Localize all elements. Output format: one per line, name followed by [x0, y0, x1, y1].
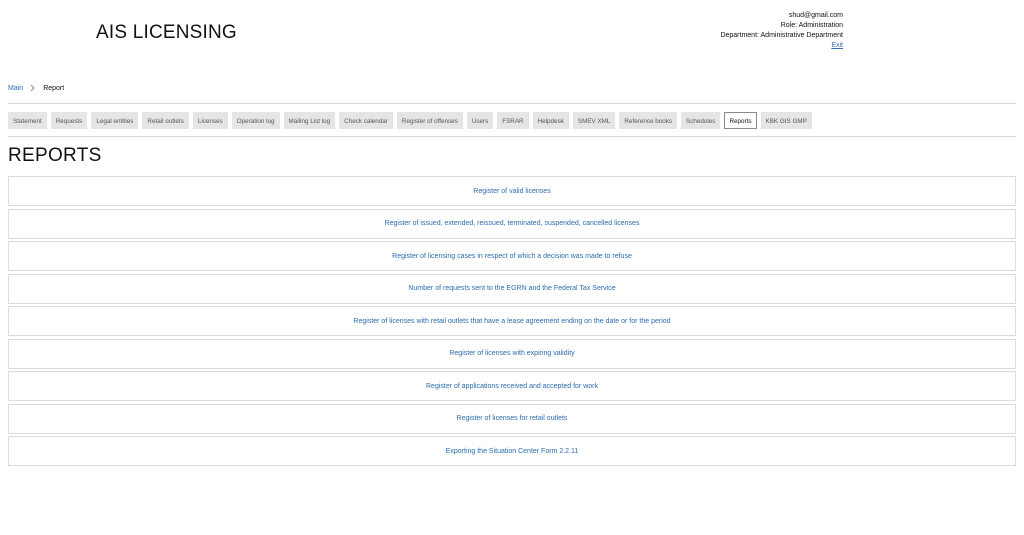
report-link-refused-cases[interactable]: Register of licensing cases in respect o…	[8, 241, 1016, 271]
page-title: REPORTS	[8, 145, 102, 166]
tab-licenses[interactable]: Licenses	[192, 111, 228, 129]
app-title: AIS LICENSING	[96, 22, 237, 43]
user-email: shud@gmail.com	[788, 12, 843, 19]
report-link-expiring-validity[interactable]: Register of licenses with expiring valid…	[8, 338, 1016, 369]
report-link-issued-extended-licenses[interactable]: Register of issued, extended, reissued, …	[8, 208, 1016, 239]
tab-reference-books[interactable]: Reference books	[619, 111, 678, 129]
breadcrumb: Main Report	[8, 84, 64, 92]
report-link-situation-center-export[interactable]: Exporting the Situation Center Form 2.2.…	[8, 436, 1016, 466]
report-list: Register of valid licenses Register of i…	[8, 176, 1016, 469]
exit-link[interactable]: Exit	[720, 41, 843, 51]
breadcrumb-current: Report	[43, 84, 65, 92]
report-link-lease-ending[interactable]: Register of licenses with retail outlets…	[8, 306, 1016, 336]
chevron-right-icon	[30, 84, 35, 92]
tab-requests[interactable]: Requests	[50, 111, 88, 129]
tab-check-calendar[interactable]: Check calendar	[339, 111, 393, 129]
tab-register-of-offenses[interactable]: Register of offenses	[396, 111, 463, 129]
tab-users[interactable]: Users	[466, 111, 494, 129]
tab-schedules[interactable]: Schedules	[681, 111, 721, 129]
tab-mailing-list-log[interactable]: Mailing List log	[283, 111, 336, 129]
tab-smev-xml[interactable]: SMEV XML	[572, 111, 616, 129]
tab-reports[interactable]: Reports	[724, 111, 757, 129]
user-panel: shud@gmail.com Role: Administration Depa…	[720, 11, 843, 51]
report-link-valid-licenses[interactable]: Register of valid licenses	[8, 176, 1016, 206]
report-link-applications-received[interactable]: Register of applications received and ac…	[8, 371, 1016, 401]
tab-retail-outlets[interactable]: Retail outlets	[142, 111, 189, 129]
report-link-egrn-requests[interactable]: Number of requests sent to the EGRN and …	[8, 273, 1016, 304]
user-role: Role: Administration	[780, 22, 843, 29]
tab-fsrar[interactable]: FSRAR	[497, 111, 529, 129]
tab-operation-log[interactable]: Operation log	[231, 111, 280, 129]
tab-kbk-gis-gmp[interactable]: KBK GIS GMP	[760, 111, 812, 129]
user-department: Department: Administrative Department	[720, 32, 843, 39]
tab-statement[interactable]: Statement	[8, 111, 47, 129]
breadcrumb-home-link[interactable]: Main	[8, 85, 23, 92]
tab-helpdesk[interactable]: Helpdesk	[532, 111, 569, 129]
report-link-retail-outlets-licenses[interactable]: Register of licenses for retail outlets	[8, 403, 1016, 434]
nav-tabs: Statement Requests Legal entities Retail…	[8, 103, 1016, 137]
tab-legal-entities[interactable]: Legal entities	[91, 111, 139, 129]
